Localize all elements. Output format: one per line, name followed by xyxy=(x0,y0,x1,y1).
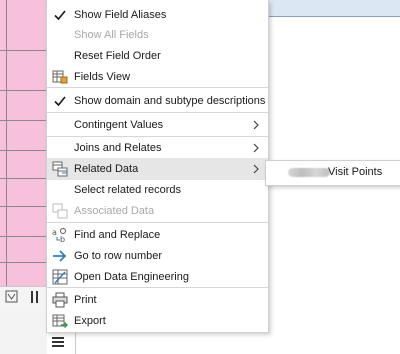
header-strip xyxy=(268,0,400,17)
menu-item-contingent-values[interactable]: Contingent Values xyxy=(47,114,268,136)
svg-text:b: b xyxy=(60,235,65,243)
context-menu: Show Field Aliases Show All Fields Reset… xyxy=(46,0,269,333)
menu-item-label: Print xyxy=(74,294,97,306)
related-data-icon xyxy=(52,161,68,177)
pause-icon[interactable] xyxy=(29,290,41,304)
filter-icon[interactable] xyxy=(5,290,18,304)
menu-item-open-data-engineering[interactable]: Open Data Engineering xyxy=(47,266,268,288)
grid-line xyxy=(0,90,47,91)
menu-item-reset-field-order[interactable]: Reset Field Order xyxy=(47,45,268,67)
menu-item-label: Show domain and subtype descriptions xyxy=(74,95,266,107)
menu-item-label: Reset Field Order xyxy=(74,50,161,62)
checkmark-icon xyxy=(54,96,66,107)
fields-view-icon xyxy=(52,70,68,84)
redacted-text xyxy=(288,168,330,177)
associated-data-icon xyxy=(52,203,68,219)
grid-line xyxy=(0,206,47,207)
grid-line xyxy=(0,236,47,237)
menu-separator xyxy=(47,222,268,223)
menu-item-label: Associated Data xyxy=(74,205,155,217)
menu-item-related-data[interactable]: Related Data xyxy=(47,158,268,180)
menu-separator xyxy=(47,112,268,113)
menu-item-label: Show All Fields xyxy=(74,29,149,41)
menu-separator xyxy=(47,87,268,88)
checkmark-icon xyxy=(54,10,66,21)
table-toolbar xyxy=(0,286,47,310)
menu-item-label: Export xyxy=(74,315,106,327)
menu-item-joins-and-relates[interactable]: Joins and Relates xyxy=(47,137,268,159)
menu-item-show-all-fields: Show All Fields xyxy=(47,24,268,46)
grid-line xyxy=(0,262,47,263)
menu-item-label: Fields View xyxy=(74,71,131,83)
grid-line xyxy=(0,178,47,179)
menu-item-label: Go to row number xyxy=(74,250,163,262)
export-icon xyxy=(52,314,68,328)
chevron-right-icon xyxy=(253,143,259,153)
menu-item-find-and-replace[interactable]: a b Find and Replace xyxy=(47,224,268,246)
status-area xyxy=(0,309,47,354)
menu-item-label: Select related records xyxy=(74,184,181,196)
find-replace-icon: a b xyxy=(52,228,66,243)
menu-item-label: Joins and Relates xyxy=(74,142,162,154)
menu-item-label: Open Data Engineering xyxy=(74,271,189,283)
menu-item-label: Contingent Values xyxy=(74,119,164,131)
svg-text:a: a xyxy=(52,228,57,237)
related-data-submenu: Visit Points xyxy=(265,160,400,186)
data-engineering-icon xyxy=(52,269,68,285)
menu-item-export[interactable]: Export xyxy=(47,310,268,332)
menu-item-label: Related Data xyxy=(74,163,139,175)
menu-item-print[interactable]: Print xyxy=(47,289,268,311)
chevron-right-icon xyxy=(253,120,259,130)
menu-item-fields-view[interactable]: Fields View xyxy=(47,66,268,88)
menu-item-label: Find and Replace xyxy=(74,229,161,241)
chevron-right-icon xyxy=(253,164,259,174)
table-pink-column xyxy=(0,0,48,286)
grid-line xyxy=(0,120,47,121)
menu-item-show-field-aliases[interactable]: Show Field Aliases xyxy=(47,4,268,26)
menu-separator xyxy=(47,287,268,288)
menu-item-go-to-row-number[interactable]: Go to row number xyxy=(47,245,268,267)
submenu-item-visit-points[interactable]: Visit Points xyxy=(328,166,382,178)
grid-line xyxy=(0,150,47,151)
menu-item-associated-data: Associated Data xyxy=(47,200,268,222)
grid-line xyxy=(6,0,7,286)
printer-icon xyxy=(52,292,68,308)
arrow-right-icon xyxy=(53,250,67,262)
menu-item-select-related-records[interactable]: Select related records xyxy=(47,179,268,201)
menu-item-label: Show Field Aliases xyxy=(74,9,167,21)
hamburger-menu-icon[interactable] xyxy=(52,336,66,348)
grid-line xyxy=(0,50,47,51)
menu-item-show-domain-descriptions[interactable]: Show domain and subtype descriptions xyxy=(47,90,268,112)
